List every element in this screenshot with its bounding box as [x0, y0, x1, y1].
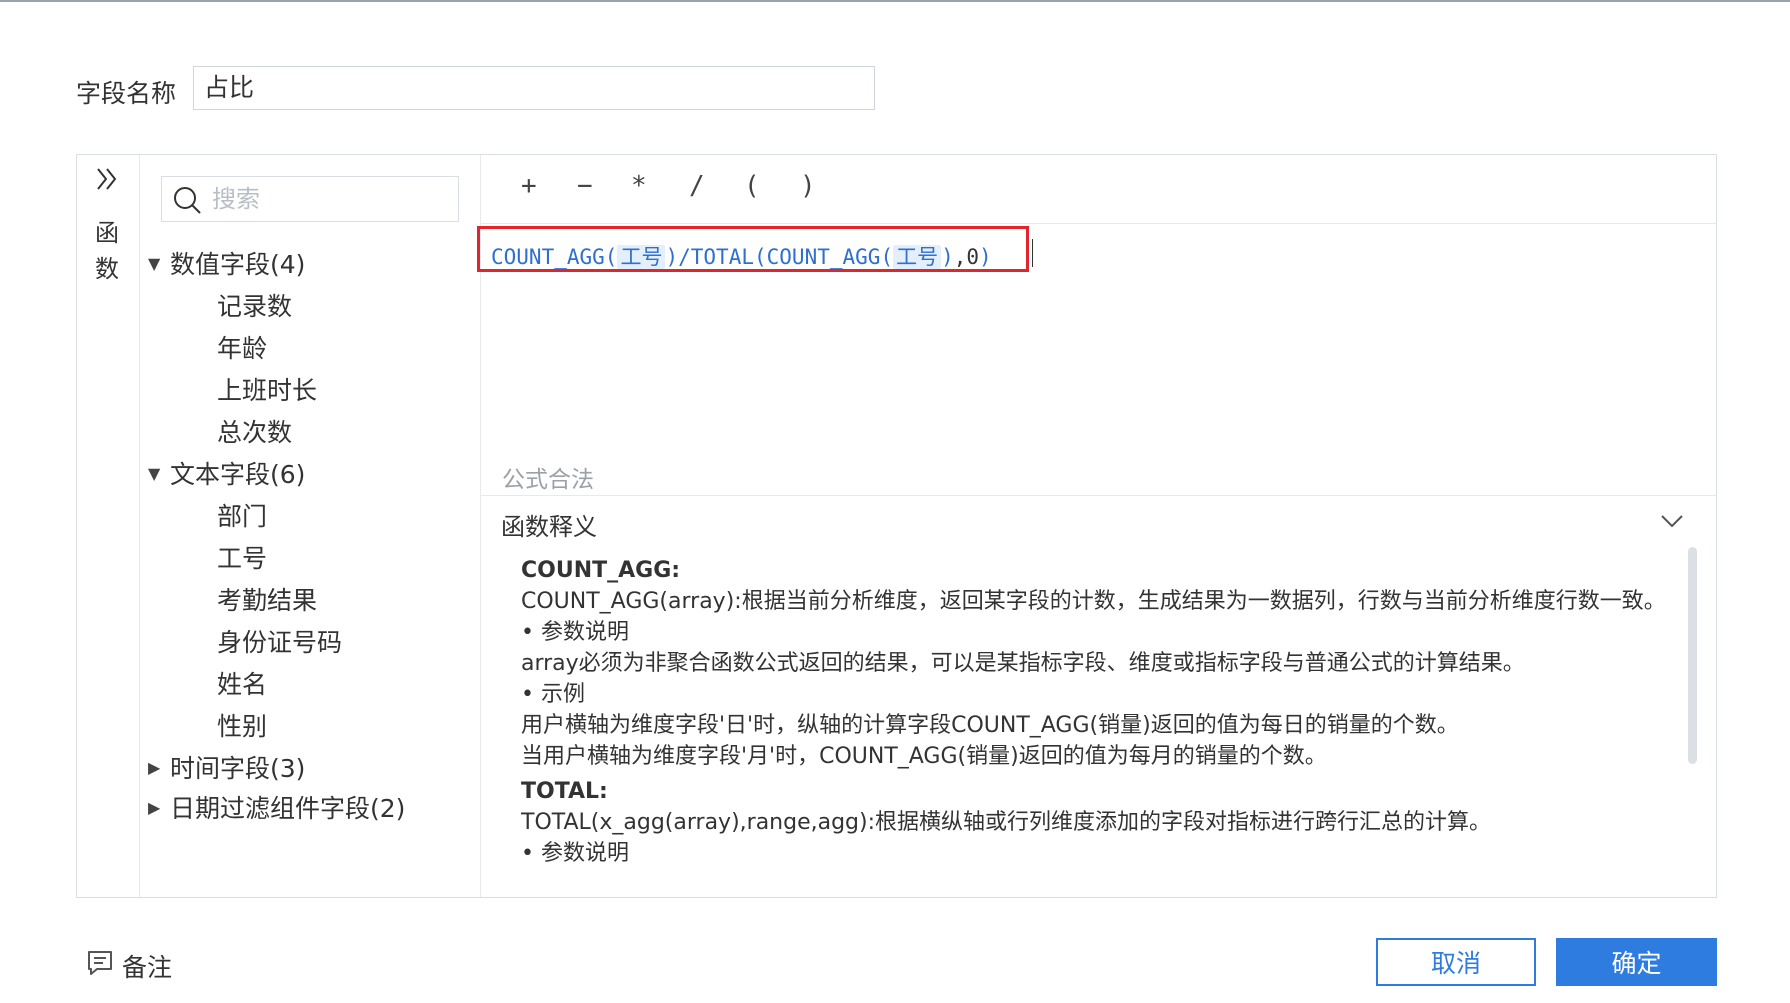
formula-argument: ,0 [953, 245, 980, 269]
formula-paren: ) [941, 245, 954, 269]
search-input[interactable] [212, 177, 452, 221]
doc-description: COUNT_AGG(array):根据当前分析维度，返回某字段的计数，生成结果为… [521, 589, 1666, 614]
tree-group-label: 日期过滤组件字段(2) [170, 794, 406, 823]
plus-operator-button[interactable]: + [521, 171, 537, 201]
field-search[interactable] [161, 176, 459, 222]
note-icon[interactable] [86, 949, 114, 977]
doc-section-heading: • 参数说明 [521, 841, 629, 866]
docs-divider [481, 495, 1717, 496]
formula-function: COUNT_AGG [491, 245, 605, 269]
field-list-panel: ▼ 数值字段(4) 记录数 年龄 上班时长 总次数 ▼ 文本字段(6) 部门 工… [140, 155, 481, 897]
field-name-label: 字段名称 [76, 79, 177, 108]
tree-group-label: 数值字段(4) [170, 250, 306, 279]
formula-function: TOTAL [690, 245, 754, 269]
tree-item[interactable]: 考勤结果 [217, 581, 317, 617]
search-icon [174, 187, 201, 214]
chevron-down-icon[interactable] [1659, 511, 1685, 531]
formula-function: COUNT_AGG [766, 245, 881, 269]
doc-description: TOTAL(x_agg(array),range,agg):根据横纵轴或行列维度… [521, 810, 1492, 835]
caret-down-icon: ▼ [148, 253, 161, 273]
function-rail-label-line2: 数 [95, 255, 119, 283]
top-divider [0, 0, 1790, 2]
tree-group-label: 时间字段(3) [170, 754, 306, 783]
doc-function-name: TOTAL: [521, 779, 608, 804]
function-docs-title: 函数释义 [501, 513, 597, 541]
formula-field-tag[interactable]: 工号 [617, 245, 666, 269]
doc-example-text: 当用户横轴为维度字段'月'时，COUNT_AGG(销量)返回的值为每月的销量的个… [521, 744, 1327, 769]
formula-paren: ( [604, 245, 618, 269]
tree-group-numeric[interactable]: ▼ 数值字段(4) [148, 245, 305, 281]
tree-item[interactable]: 性别 [217, 707, 267, 743]
note-link[interactable]: 备注 [122, 948, 172, 984]
formula-editor-panel: 函 数 ▼ 数值字段(4) 记录数 年龄 上班时长 总次数 ▼ 文本字段(6) [76, 154, 1717, 898]
tree-item[interactable]: 记录数 [217, 287, 292, 323]
formula-paren: ( [880, 245, 894, 269]
cancel-button[interactable]: 取消 [1376, 938, 1536, 986]
tree-item[interactable]: 工号 [217, 539, 267, 575]
tree-item[interactable]: 部门 [217, 497, 267, 533]
caret-right-icon: ▶ [148, 757, 161, 777]
tree-item[interactable]: 总次数 [217, 413, 292, 449]
function-rail-label[interactable]: 函 数 [94, 215, 120, 287]
multiply-operator-button[interactable]: * [631, 171, 647, 201]
doc-section-heading: • 示例 [521, 682, 585, 707]
confirm-button[interactable]: 确定 [1556, 938, 1717, 986]
formula-operator: / [678, 245, 691, 269]
close-paren-button[interactable]: ) [800, 171, 816, 201]
caret-right-icon: ▶ [148, 797, 161, 817]
tree-item[interactable]: 年龄 [217, 329, 267, 365]
minus-operator-button[interactable]: − [577, 171, 593, 201]
function-docs-content: COUNT_AGG: COUNT_AGG(array):根据当前分析维度，返回某… [521, 555, 1671, 897]
divide-operator-button[interactable]: / [689, 171, 705, 201]
docs-scrollbar[interactable] [1688, 547, 1697, 764]
tree-group-text[interactable]: ▼ 文本字段(6) [148, 455, 305, 491]
function-rail-label-line1: 函 [95, 219, 119, 247]
doc-function-name: COUNT_AGG: [521, 558, 681, 583]
open-paren-button[interactable]: ( [744, 171, 760, 201]
formula-paren: ) [979, 245, 992, 269]
tree-item[interactable]: 上班时长 [217, 371, 317, 407]
function-rail: 函 数 [77, 155, 140, 897]
formula-text[interactable]: COUNT_AGG(工号)/TOTAL(COUNT_AGG(工号),0) [491, 241, 992, 271]
formula-paren: ) [665, 245, 679, 269]
tree-group-date-filter[interactable]: ▶ 日期过滤组件字段(2) [148, 789, 405, 825]
formula-paren: ( [753, 245, 767, 269]
formula-field-tag[interactable]: 工号 [893, 245, 942, 269]
operator-toolbar: + − * / ( ) [481, 155, 1717, 224]
tree-item[interactable]: 身份证号码 [217, 623, 342, 659]
doc-parameter-text: array必须为非聚合函数公式返回的结果，可以是某指标字段、维度或指标字段与普通… [521, 651, 1525, 676]
tree-item[interactable]: 姓名 [217, 665, 267, 701]
validation-status: 公式合法 [502, 467, 594, 493]
doc-section-heading: • 参数说明 [521, 620, 629, 645]
text-cursor [1032, 239, 1033, 267]
doc-example-text: 用户横轴为维度字段'日'时，纵轴的计算字段COUNT_AGG(销量)返回的值为每… [521, 713, 1459, 738]
caret-down-icon: ▼ [148, 463, 161, 483]
double-chevron-right-icon[interactable] [94, 165, 120, 193]
formula-area: + − * / ( ) COUNT_AGG(工号)/TOTAL(COUNT_AG… [477, 155, 1717, 897]
tree-group-time[interactable]: ▶ 时间字段(3) [148, 749, 305, 785]
tree-group-label: 文本字段(6) [170, 460, 306, 489]
field-name-input[interactable] [193, 66, 875, 110]
